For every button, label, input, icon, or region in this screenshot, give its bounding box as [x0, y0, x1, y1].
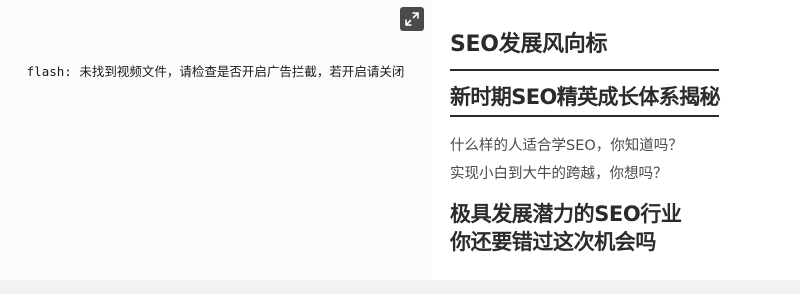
panel-subtitle: 新时期SEO精英成长体系揭秘 — [450, 85, 721, 109]
question-text: 什么样的人适合学SEO，你知道吗？ — [450, 138, 683, 154]
video-player[interactable]: flash: 未找到视频文件，请检查是否开启广告拦截，若开启请关闭 — [0, 0, 431, 280]
fullscreen-button[interactable] — [400, 7, 424, 31]
promo-line: 你还要错过这次机会吗 — [450, 230, 656, 254]
divider — [450, 69, 719, 71]
divider — [450, 115, 719, 117]
promo-heading: 极具发展潜力的SEO行业 你还要错过这次机会吗 — [450, 200, 682, 256]
bottom-band — [0, 280, 800, 294]
expand-icon — [405, 12, 419, 26]
panel-title: SEO发展风向标 — [450, 32, 608, 57]
question-text: 实现小白到大牛的跨越，你想吗？ — [450, 166, 668, 182]
promo-line: 极具发展潜力的SEO行业 — [450, 202, 682, 226]
flash-error-message: flash: 未找到视频文件，请检查是否开启广告拦截，若开启请关闭 — [26, 64, 405, 79]
